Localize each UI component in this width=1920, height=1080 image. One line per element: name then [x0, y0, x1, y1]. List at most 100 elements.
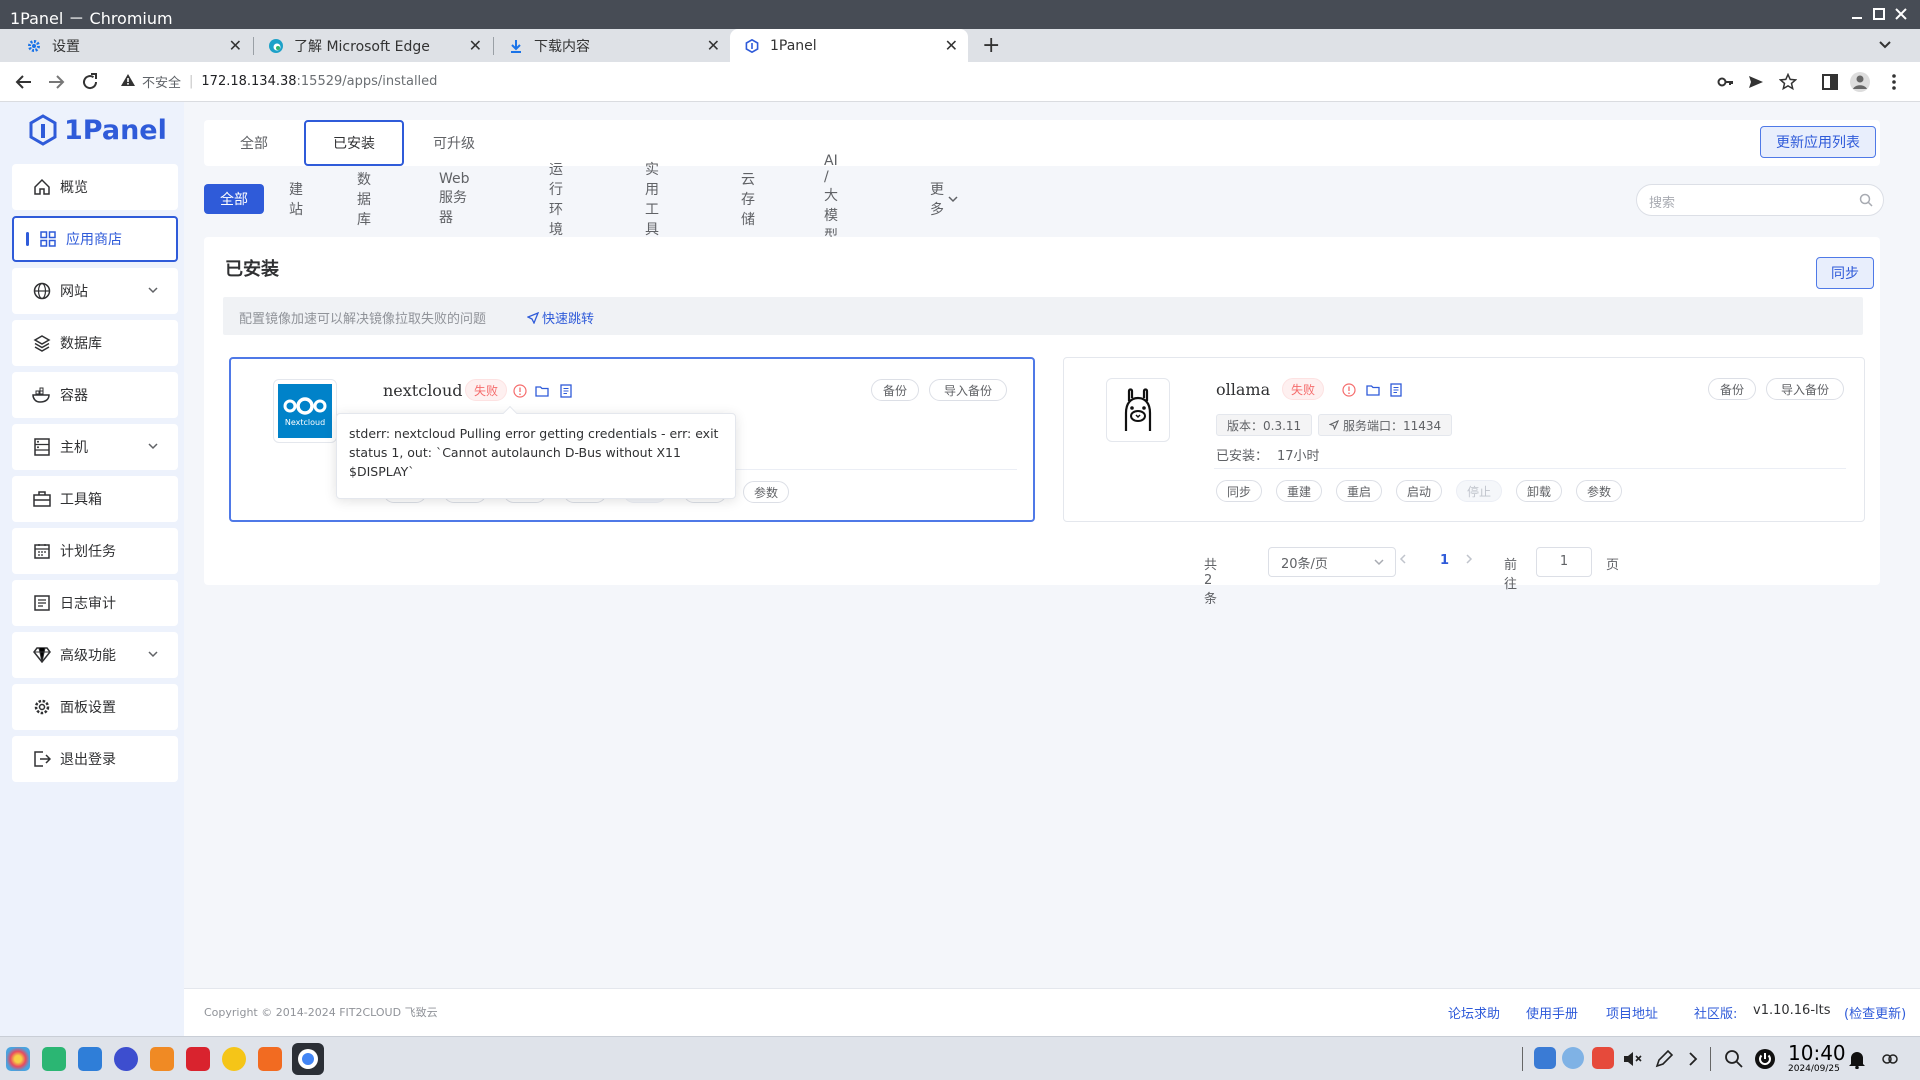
launcher-icon[interactable] — [6, 1047, 30, 1071]
restart-button[interactable]: 重启 — [1336, 480, 1382, 502]
uninstall-button[interactable]: 卸载 — [1516, 480, 1562, 502]
tab-close-icon[interactable]: ✕ — [229, 36, 242, 55]
reload-icon[interactable] — [78, 70, 102, 94]
sidebar-item-cron[interactable]: 计划任务 — [12, 528, 178, 574]
send-icon[interactable] — [1744, 70, 1768, 94]
category-web-server[interactable]: Web 服务器 — [439, 171, 470, 226]
category-more[interactable]: 更多 — [930, 182, 958, 218]
forward-icon[interactable] — [44, 70, 68, 94]
sidebar-item-logout[interactable]: 退出登录 — [12, 736, 178, 782]
minimize-icon[interactable] — [1846, 3, 1868, 25]
menu-kebab-icon[interactable] — [1882, 70, 1906, 94]
page-number-current[interactable]: 1 — [1440, 553, 1449, 568]
search-icon[interactable] — [1724, 1049, 1744, 1073]
params-button[interactable]: 参数 — [1576, 480, 1622, 502]
sidebar-item-database[interactable]: 数据库 — [12, 320, 178, 366]
next-page-icon[interactable] — [1462, 552, 1476, 570]
category-website[interactable]: 建站 — [289, 182, 303, 218]
import-backup-button[interactable]: 导入备份 — [1766, 378, 1844, 400]
category-database[interactable]: 数据库 — [357, 172, 371, 228]
tab-close-icon[interactable]: ✕ — [469, 36, 482, 55]
tray-extra-icon[interactable] — [1880, 1049, 1900, 1073]
tray-network-icon[interactable] — [1562, 1047, 1584, 1069]
tray-app-icon[interactable] — [1534, 1047, 1556, 1069]
tab-close-icon[interactable]: ✕ — [707, 36, 720, 55]
tray-input-icon[interactable] — [1592, 1047, 1614, 1069]
sidebar-item-appstore[interactable]: 应用商店 — [12, 216, 178, 262]
tab-settings[interactable]: 设置 ✕ — [12, 29, 252, 62]
chevron-right-icon[interactable] — [1686, 1049, 1700, 1073]
category-runtime[interactable]: 运行环境 — [549, 162, 563, 238]
sidebar-item-toolbox[interactable]: 工具箱 — [12, 476, 178, 522]
url-field[interactable]: 不安全 | 172.18.134.38:15529/apps/installed — [120, 72, 437, 91]
error-info-icon[interactable] — [513, 384, 527, 398]
category-tools[interactable]: 实用工具 — [645, 162, 659, 238]
tab-close-icon[interactable]: ✕ — [945, 36, 958, 55]
page-size-select[interactable]: 20条/页 — [1268, 547, 1396, 577]
star-icon[interactable] — [1776, 70, 1800, 94]
sidebar-item-advanced[interactable]: 高级功能 — [12, 632, 178, 678]
project-link[interactable]: 项目地址 — [1606, 1003, 1658, 1022]
refresh-app-list-button[interactable]: 更新应用列表 — [1760, 126, 1876, 158]
sidebar-item-panel-settings[interactable]: 面板设置 — [12, 684, 178, 730]
backup-button[interactable]: 备份 — [871, 379, 919, 401]
folder-icon[interactable] — [1366, 383, 1380, 397]
back-icon[interactable] — [12, 70, 36, 94]
volume-muted-icon[interactable] — [1622, 1049, 1642, 1073]
quick-jump-link[interactable]: 快速跳转 — [527, 308, 594, 327]
package-app-icon[interactable] — [150, 1047, 174, 1071]
close-window-icon[interactable] — [1890, 3, 1912, 25]
search-icon[interactable] — [1859, 193, 1873, 211]
pen-icon[interactable] — [1654, 1049, 1674, 1073]
import-backup-button[interactable]: 导入备份 — [929, 379, 1007, 401]
error-info-icon[interactable] — [1342, 383, 1356, 397]
params-button[interactable]: 参数 — [743, 481, 789, 503]
tab-all[interactable]: 全部 — [204, 120, 304, 166]
chromium-app-icon[interactable] — [292, 1043, 324, 1075]
bell-icon[interactable] — [1848, 1049, 1866, 1073]
app-card-ollama[interactable]: ollama 失败 备份 导入备份 版本：0.3.11 服务端口：11434 已… — [1063, 357, 1865, 522]
search-input[interactable]: 搜索 — [1636, 184, 1884, 216]
goto-page-input[interactable]: 1 — [1536, 547, 1592, 577]
settings-app-icon[interactable] — [114, 1047, 138, 1071]
start-button[interactable]: 启动 — [1396, 480, 1442, 502]
key-icon[interactable] — [1714, 70, 1738, 94]
document-icon[interactable] — [1389, 383, 1403, 397]
tab-search-icon[interactable] — [1878, 37, 1892, 55]
tab-downloads[interactable]: 下载内容 ✕ — [494, 29, 730, 62]
terminal-app-icon[interactable] — [186, 1047, 210, 1071]
rebuild-button[interactable]: 重建 — [1276, 480, 1322, 502]
logo[interactable]: 1Panel — [28, 110, 167, 150]
sidebar-item-logs[interactable]: 日志审计 — [12, 580, 178, 626]
office-app-icon[interactable] — [258, 1047, 282, 1071]
sidebar-item-overview[interactable]: 概览 — [12, 164, 178, 210]
store-app-icon[interactable] — [78, 1047, 102, 1071]
maximize-icon[interactable] — [1868, 3, 1890, 25]
profile-icon[interactable] — [1848, 70, 1872, 94]
new-tab-icon[interactable]: + — [982, 33, 1000, 58]
prev-page-icon[interactable] — [1396, 552, 1410, 570]
sync-app-button[interactable]: 同步 — [1216, 480, 1262, 502]
power-icon[interactable] — [1754, 1048, 1776, 1074]
manual-link[interactable]: 使用手册 — [1526, 1003, 1578, 1022]
category-ai[interactable]: AI / 大模型 — [824, 153, 838, 244]
system-clock[interactable]: 10:40 2024/09/25 — [1788, 1042, 1846, 1074]
sidebar-item-website[interactable]: 网站 — [12, 268, 178, 314]
sidebar-item-container[interactable]: 容器 — [12, 372, 178, 418]
forum-link[interactable]: 论坛求助 — [1448, 1003, 1500, 1022]
backup-button[interactable]: 备份 — [1708, 378, 1756, 400]
sidepanel-icon[interactable] — [1818, 70, 1842, 94]
tab-1panel[interactable]: 1Panel ✕ — [730, 29, 968, 62]
check-update-link[interactable]: (检查更新) — [1844, 1003, 1906, 1022]
tab-upgradable[interactable]: 可升级 — [404, 120, 504, 166]
tab-edge[interactable]: 了解 Microsoft Edge ✕ — [254, 29, 492, 62]
sidebar-item-host[interactable]: 主机 — [12, 424, 178, 470]
port-chip[interactable]: 服务端口：11434 — [1318, 414, 1453, 436]
document-icon[interactable] — [559, 384, 573, 398]
folder-icon[interactable] — [535, 384, 549, 398]
tab-installed[interactable]: 已安装 — [304, 120, 404, 166]
sync-button[interactable]: 同步 — [1816, 257, 1874, 289]
category-all[interactable]: 全部 — [204, 184, 264, 214]
browser-app-icon[interactable] — [222, 1047, 246, 1071]
category-storage[interactable]: 云存储 — [741, 172, 755, 228]
